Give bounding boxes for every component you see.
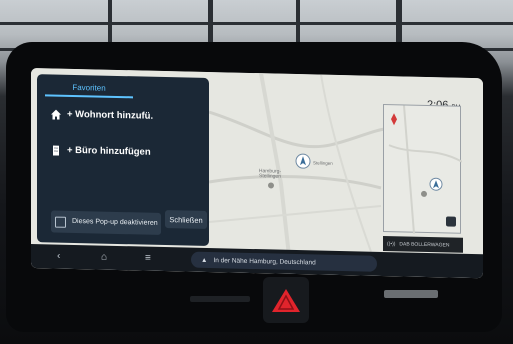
close-button[interactable]: Schließen [165, 210, 207, 229]
disable-popup-option[interactable]: Dieses Pop-up deaktivieren [51, 210, 161, 235]
home-icon [51, 109, 61, 120]
location-pill[interactable]: ▲ In der Nähe Hamburg, Deutschland [191, 251, 377, 272]
infotainment-screen: Hamburg-Stellingen Stellingen 2:06 PM ((… [31, 68, 483, 279]
location-text: In der Nähe Hamburg, Deutschland [213, 256, 316, 266]
disable-popup-label: Dieses Pop-up deaktivieren [72, 217, 158, 227]
tab-favorites[interactable]: Favoriten [45, 80, 133, 99]
add-office-label: + Büro hinzufügen [67, 144, 151, 158]
map-place-label: Hamburg-Stellingen [258, 168, 282, 180]
navigation-arrow-icon: ▲ [201, 256, 208, 264]
radio-label: DAB BOLLERWAGEN [399, 240, 450, 248]
overview-map-graphic [388, 105, 463, 234]
add-home-item[interactable]: + Wohnort hinzufü. [51, 108, 154, 122]
menu-icon[interactable]: ≡ [145, 253, 151, 264]
hazard-icon [272, 289, 300, 312]
radio-icon: ((•)) [387, 240, 396, 247]
car-interior-photo: Hamburg-Stellingen Stellingen 2:06 PM ((… [0, 0, 513, 344]
back-icon[interactable]: ‹ [57, 251, 60, 262]
building-icon [51, 144, 61, 156]
control-trim [384, 290, 438, 298]
add-office-item[interactable]: + Büro hinzufügen [51, 144, 151, 158]
overview-map[interactable] [383, 103, 463, 234]
home-icon[interactable]: ⌂ [101, 252, 107, 263]
hazard-button[interactable] [263, 277, 309, 323]
favorites-panel: Favoriten + Wohnort hinzufü. + Büro hinz… [37, 74, 209, 247]
disable-popup-checkbox[interactable] [55, 216, 66, 228]
compass-icon [391, 113, 397, 126]
add-home-label: + Wohnort hinzufü. [67, 108, 154, 122]
map-place-label: Stellingen [313, 160, 333, 166]
radio-bar[interactable]: ((•)) DAB BOLLERWAGEN [383, 235, 463, 253]
vent-slot [190, 296, 250, 302]
